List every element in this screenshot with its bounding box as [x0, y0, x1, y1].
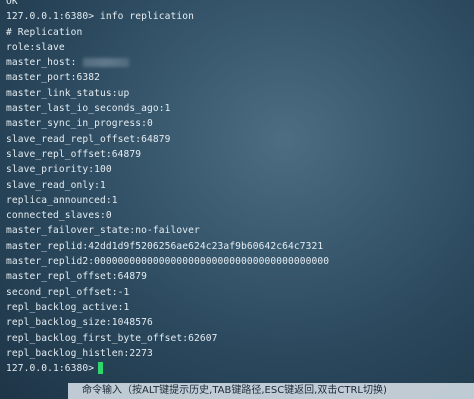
- output-line: role:slave: [6, 41, 65, 53]
- command-input-hint: 命令输入（按ALT键提示历史,TAB键路径,ESC键返回,双击CTRL切换): [82, 385, 387, 396]
- command-text: info replication: [100, 11, 195, 23]
- output-line: slave_read_repl_offset:64879: [6, 133, 171, 145]
- terminal-line-ok: OK: [6, 0, 18, 7]
- output-line: master_repl_offset:64879: [6, 271, 148, 283]
- output-line: repl_backlog_size:1048576: [6, 317, 153, 329]
- terminal-window[interactable]: OK 127.0.0.1:6380> info replication # Re…: [0, 0, 474, 399]
- output-line: master_sync_in_progress:0: [6, 118, 153, 130]
- output-line: slave_read_only:1: [6, 179, 106, 191]
- output-line: master_replid:42dd1d9f5206256ae624c23af9…: [6, 240, 324, 252]
- output-line: master_replid2:0000000000000000000000000…: [6, 256, 330, 268]
- terminal-output: OK 127.0.0.1:6380> info replication # Re…: [6, 0, 329, 376]
- output-line: second_repl_offset:-1: [6, 286, 130, 298]
- text-cursor: [98, 362, 104, 375]
- output-line: master_port:6382: [6, 72, 101, 84]
- output-line: repl_backlog_active:1: [6, 301, 130, 313]
- output-line: master_failover_state:no-failover: [6, 225, 200, 237]
- prompt: 127.0.0.1:6380>: [6, 363, 95, 375]
- redacted-host-value: [82, 57, 129, 67]
- output-line: slave_repl_offset:64879: [6, 148, 142, 160]
- terminal-command-line: 127.0.0.1:6380> info replication: [6, 9, 329, 24]
- output-line: # Replication: [6, 26, 83, 38]
- master-host-key: master_host:: [6, 57, 77, 69]
- output-line: master_last_io_seconds_ago:1: [6, 103, 171, 115]
- output-line: connected_slaves:0: [6, 210, 112, 222]
- output-line: repl_backlog_first_byte_offset:62607: [6, 332, 218, 344]
- command-input-hint-bar[interactable]: 命令输入（按ALT键提示历史,TAB键路径,ESC键返回,双击CTRL切换): [68, 383, 474, 399]
- output-line: master_link_status:up: [6, 87, 130, 99]
- output-line: replica_announced:1: [6, 194, 118, 206]
- output-line: slave_priority:100: [6, 164, 112, 176]
- output-line: repl_backlog_histlen:2273: [6, 347, 153, 359]
- prompt: 127.0.0.1:6380>: [6, 11, 95, 23]
- terminal-input-line[interactable]: 127.0.0.1:6380>: [6, 361, 329, 376]
- output-line-master-host: master_host:: [6, 55, 329, 70]
